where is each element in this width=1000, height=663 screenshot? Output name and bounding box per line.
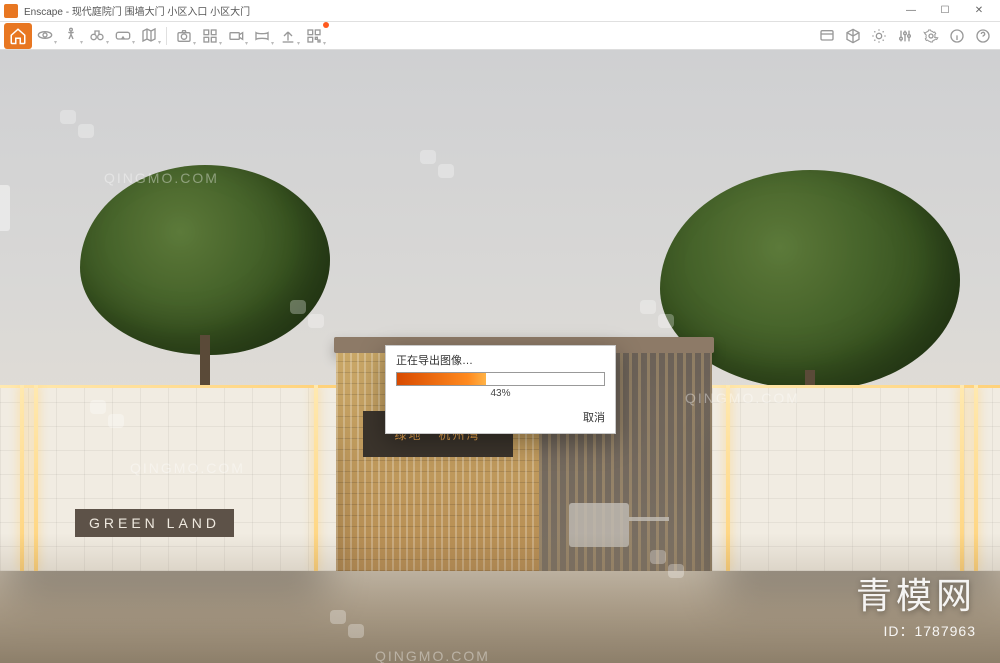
minimize-button[interactable]: — [894,0,928,22]
views-icon[interactable] [814,24,840,48]
tree-left [80,165,330,355]
map-icon[interactable]: ▾ [136,23,162,47]
export-progress-dialog: 正在导出图像… 43% 取消 [385,345,616,434]
progress-fill [397,373,486,385]
orbit-icon[interactable]: ▾ [32,23,58,47]
app-name: Enscape [24,7,63,18]
binoculars-icon[interactable]: ▾ [84,23,110,47]
vr-icon[interactable]: ▾ [110,23,136,47]
cancel-button[interactable]: 取消 [583,412,605,424]
title-bar: Enscape - 现代庭院门 围墙大门 小区入口 小区大门 — ☐ ✕ [0,0,1000,22]
window-title: Enscape - 现代庭院门 围墙大门 小区入口 小区大门 [24,3,894,18]
home-icon[interactable] [4,23,32,49]
info-icon[interactable] [944,24,970,48]
screenshot-icon[interactable]: ▾ [171,24,197,48]
export-icon[interactable]: ▾ [275,24,301,48]
progress-bar [396,372,605,386]
side-panel-handle[interactable] [0,185,10,231]
help-icon[interactable] [970,24,996,48]
brand-watermark-cn: 青模网 [856,567,976,619]
toolbar: ▾▾▾▾▾ ▾▾▾▾▾▾ [0,22,1000,50]
watermark-logo [420,150,454,178]
window-controls: — ☐ ✕ [894,0,996,22]
assets-icon[interactable] [840,24,866,48]
visual-settings-icon[interactable] [892,24,918,48]
document-title: 现代庭院门 围墙大门 小区入口 小区大门 [72,7,250,18]
video-icon[interactable]: ▾ [223,24,249,48]
settings-icon[interactable] [918,24,944,48]
watermark-logo [60,110,94,138]
app-icon [4,4,18,18]
viewport-3d[interactable]: 绿地 杭州湾 GREEN LAND QINGMO.COM QINGMO.COM … [0,50,1000,663]
qr-icon[interactable]: ▾ [301,24,327,48]
batch-icon[interactable]: ▾ [197,24,223,48]
progress-percent: 43% [396,386,605,403]
mono-pano-icon[interactable]: ▾ [249,24,275,48]
maximize-button[interactable]: ☐ [928,0,962,22]
brand-watermark-id: ID：1787963 [883,621,976,641]
close-button[interactable]: ✕ [962,0,996,22]
walk-icon[interactable]: ▾ [58,23,84,47]
dialog-title: 正在导出图像… [386,346,615,372]
sun-icon[interactable] [866,24,892,48]
ground-plane [0,533,1000,663]
